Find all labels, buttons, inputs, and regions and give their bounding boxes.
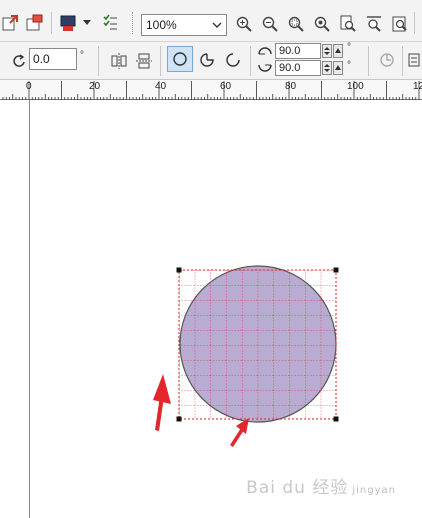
watermark-text: Bai du 经验 bbox=[246, 478, 349, 498]
watermark-subtext: jingyan bbox=[352, 485, 396, 496]
mirror-horizontal-icon[interactable] bbox=[108, 50, 130, 72]
red-arrow-left-head bbox=[153, 374, 171, 404]
mirror-vertical-icon[interactable] bbox=[133, 50, 155, 72]
standard-toolbar: 100% bbox=[0, 0, 422, 42]
toolbar-grip bbox=[132, 12, 134, 34]
toolbar-separator bbox=[414, 12, 415, 34]
selection-grid bbox=[179, 270, 336, 419]
toolbar-separator bbox=[51, 12, 52, 34]
end-angle-input[interactable]: 90.0 bbox=[275, 60, 321, 76]
rotate-icon bbox=[11, 50, 27, 72]
rotation-unit: ° bbox=[80, 50, 84, 61]
arc-mode-icon[interactable] bbox=[222, 49, 244, 71]
selection-handle[interactable] bbox=[176, 416, 182, 422]
pie-mode-icon[interactable] bbox=[196, 49, 218, 71]
start-angle-unit: ° bbox=[347, 42, 351, 53]
zoom-in-icon[interactable] bbox=[233, 13, 255, 35]
ruler-label: 80 bbox=[285, 81, 297, 92]
options-icon[interactable] bbox=[99, 12, 121, 34]
end-angle-spinner[interactable] bbox=[322, 61, 332, 75]
zoom-level-combo[interactable]: 100% bbox=[141, 14, 227, 36]
toolbar-separator bbox=[98, 46, 99, 76]
zoom-all-icon[interactable] bbox=[311, 13, 333, 35]
start-angle-input[interactable]: 90.0 bbox=[275, 43, 321, 59]
end-angle-value: 90.0 bbox=[279, 62, 301, 74]
convert-to-curves-icon[interactable] bbox=[406, 49, 422, 71]
zoom-out-icon[interactable] bbox=[259, 13, 281, 35]
export-icon[interactable] bbox=[24, 12, 46, 34]
import-icon[interactable] bbox=[0, 12, 22, 34]
horizontal-ruler[interactable]: 0 20 40 60 80 100 12 bbox=[0, 80, 422, 100]
publish-pdf-icon[interactable] bbox=[57, 12, 79, 34]
ruler-label: 40 bbox=[155, 81, 167, 92]
toolbar-separator bbox=[160, 46, 161, 76]
zoom-width-icon[interactable] bbox=[363, 13, 385, 35]
start-angle-icon bbox=[256, 43, 274, 59]
ruler-label: 60 bbox=[220, 81, 232, 92]
start-angle-value: 90.0 bbox=[279, 45, 301, 57]
ruler-label: 0 bbox=[26, 81, 32, 92]
start-angle-step-up[interactable] bbox=[333, 44, 343, 58]
end-angle-unit: ° bbox=[347, 60, 351, 71]
zoom-level-value: 100% bbox=[146, 18, 177, 32]
selection-handle[interactable] bbox=[333, 267, 339, 273]
end-angle-step-up[interactable] bbox=[333, 61, 343, 75]
watermark: Bai du 经验 jingyan bbox=[246, 473, 396, 498]
toolbar-separator bbox=[368, 46, 369, 76]
chevron-down-icon[interactable] bbox=[211, 19, 223, 31]
toolbar-separator bbox=[402, 46, 403, 76]
ellipse-mode-button[interactable] bbox=[167, 46, 193, 72]
ruler-label: 12 bbox=[413, 81, 422, 92]
zoom-height-icon[interactable] bbox=[389, 13, 411, 35]
zoom-selected-icon[interactable] bbox=[285, 13, 307, 35]
red-arrow-bottom bbox=[230, 428, 244, 447]
end-angle-icon bbox=[256, 60, 274, 76]
dropdown-arrow-icon[interactable] bbox=[80, 12, 94, 34]
ruler-label: 20 bbox=[89, 81, 101, 92]
rotation-angle-input[interactable]: 0.0 bbox=[29, 48, 77, 70]
rotation-angle-value: 0.0 bbox=[33, 52, 50, 66]
direction-toggle-icon[interactable] bbox=[376, 49, 398, 71]
ruler-label: 100 bbox=[347, 81, 364, 92]
zoom-page-icon[interactable] bbox=[337, 13, 359, 35]
page-border-line bbox=[29, 100, 30, 518]
selection-handle[interactable] bbox=[176, 267, 182, 273]
toolbar-separator bbox=[250, 46, 251, 76]
selection-handle[interactable] bbox=[333, 416, 339, 422]
start-angle-spinner[interactable] bbox=[322, 44, 332, 58]
drawing-canvas[interactable] bbox=[0, 100, 422, 518]
